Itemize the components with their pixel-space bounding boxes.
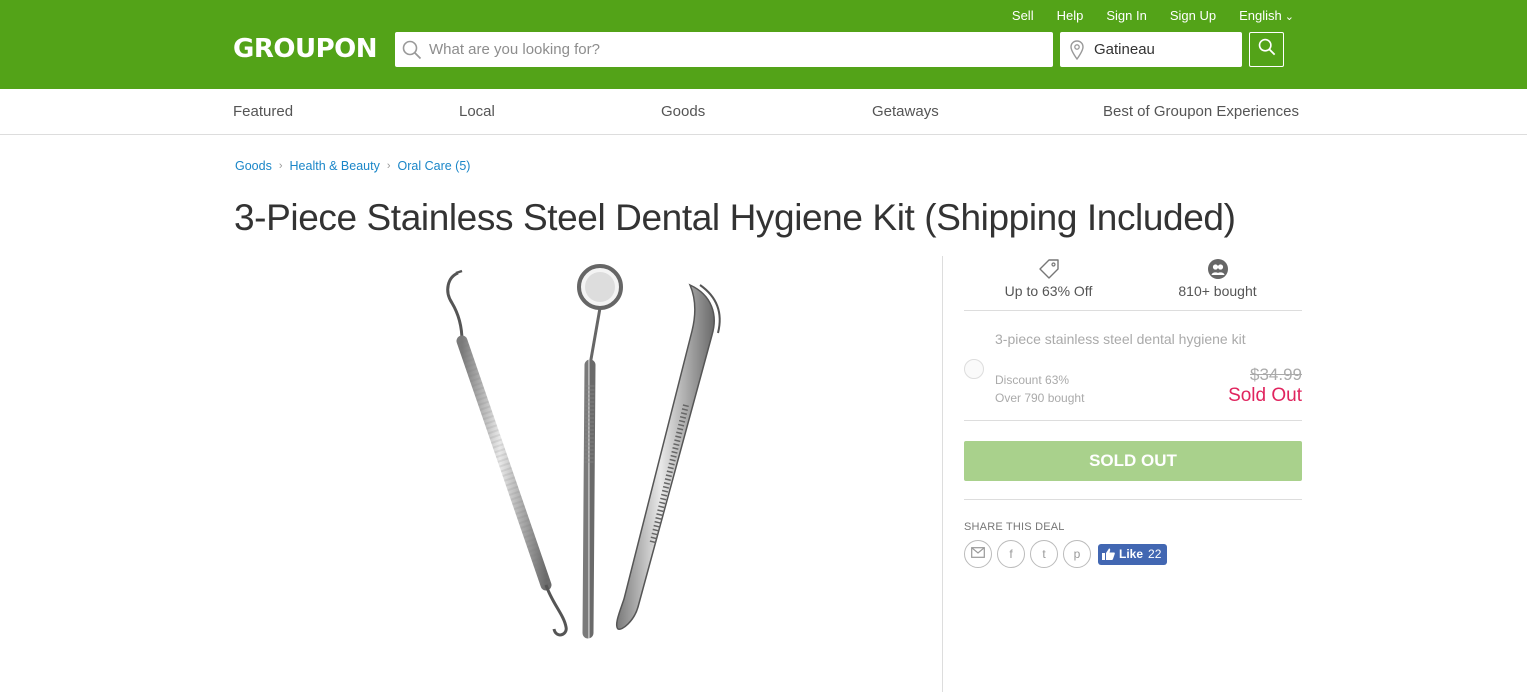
nav-goods[interactable]: Goods — [661, 103, 705, 120]
sign-in-link[interactable]: Sign In — [1106, 8, 1146, 23]
location-box[interactable]: Gatineau — [1060, 32, 1242, 67]
deal-option: 3-piece stainless steel dental hygiene k… — [964, 311, 1302, 421]
discount-stat: Up to 63% Off — [964, 256, 1133, 299]
twitter-icon: t — [1042, 547, 1046, 561]
pinterest-icon: p — [1073, 547, 1081, 561]
search-button[interactable] — [1249, 32, 1284, 67]
search-icon — [395, 40, 429, 60]
language-dropdown[interactable]: English — [1239, 8, 1294, 23]
share-buttons: f t p Like 22 — [964, 540, 1168, 568]
breadcrumb-separator: › — [278, 160, 283, 172]
facebook-share-button[interactable]: f — [997, 540, 1025, 568]
like-count: 22 — [1148, 547, 1162, 561]
facebook-icon: f — [1009, 547, 1013, 561]
sign-up-link[interactable]: Sign Up — [1170, 8, 1216, 23]
product-image[interactable] — [400, 255, 760, 655]
search-box — [395, 32, 1053, 67]
search-icon — [1258, 38, 1276, 61]
option-radio[interactable] — [964, 359, 984, 379]
breadcrumb-separator: › — [386, 160, 391, 172]
header-bar: GROUPON Sell Help Sign In Sign Up Englis… — [0, 0, 1527, 89]
bought-text: 810+ bought — [1178, 283, 1257, 299]
facebook-like-button[interactable]: Like 22 — [1098, 543, 1168, 565]
discount-text: Up to 63% Off — [1004, 283, 1093, 299]
option-original-price: $34.99 — [1250, 365, 1302, 384]
breadcrumb: Goods › Health & Beauty › Oral Care (5) — [235, 159, 470, 173]
groupon-logo[interactable]: GROUPON — [233, 34, 378, 64]
breadcrumb-health-beauty[interactable]: Health & Beauty — [290, 159, 380, 173]
tag-icon — [964, 256, 1133, 282]
location-value: Gatineau — [1094, 41, 1155, 58]
search-input[interactable] — [429, 41, 1053, 58]
divider — [964, 499, 1302, 500]
email-share-button[interactable] — [964, 540, 992, 568]
nav-local[interactable]: Local — [459, 103, 495, 120]
like-label: Like — [1119, 547, 1144, 561]
share-label: SHARE THIS DEAL — [964, 521, 1065, 533]
bought-stat: 810+ bought — [1133, 256, 1302, 299]
option-bought: Over 790 bought — [995, 391, 1085, 405]
nav-experiences[interactable]: Best of Groupon Experiences — [1103, 103, 1299, 120]
sold-out-button[interactable]: SOLD OUT — [964, 441, 1302, 481]
email-icon — [971, 547, 985, 561]
breadcrumb-goods[interactable]: Goods — [235, 159, 272, 173]
column-divider — [942, 256, 943, 692]
nav-getaways[interactable]: Getaways — [872, 103, 939, 120]
deal-stats: Up to 63% Off 810+ bought — [964, 256, 1302, 311]
thumbs-up-icon — [1102, 548, 1115, 560]
help-link[interactable]: Help — [1057, 8, 1084, 23]
breadcrumb-oral-care[interactable]: Oral Care (5) — [398, 159, 471, 173]
option-title: 3-piece stainless steel dental hygiene k… — [995, 331, 1246, 347]
pinterest-share-button[interactable]: p — [1063, 540, 1091, 568]
product-title: 3-Piece Stainless Steel Dental Hygiene K… — [234, 197, 1236, 238]
nav-featured[interactable]: Featured — [233, 103, 293, 120]
twitter-share-button[interactable]: t — [1030, 540, 1058, 568]
category-nav: Featured Local Goods Getaways Best of Gr… — [0, 89, 1527, 135]
people-icon — [1133, 256, 1302, 282]
header-links: Sell Help Sign In Sign Up English — [1012, 8, 1294, 23]
option-status: Sold Out — [1228, 385, 1302, 406]
sell-link[interactable]: Sell — [1012, 8, 1034, 23]
option-discount: Discount 63% — [995, 373, 1070, 387]
location-pin-icon — [1060, 39, 1094, 60]
